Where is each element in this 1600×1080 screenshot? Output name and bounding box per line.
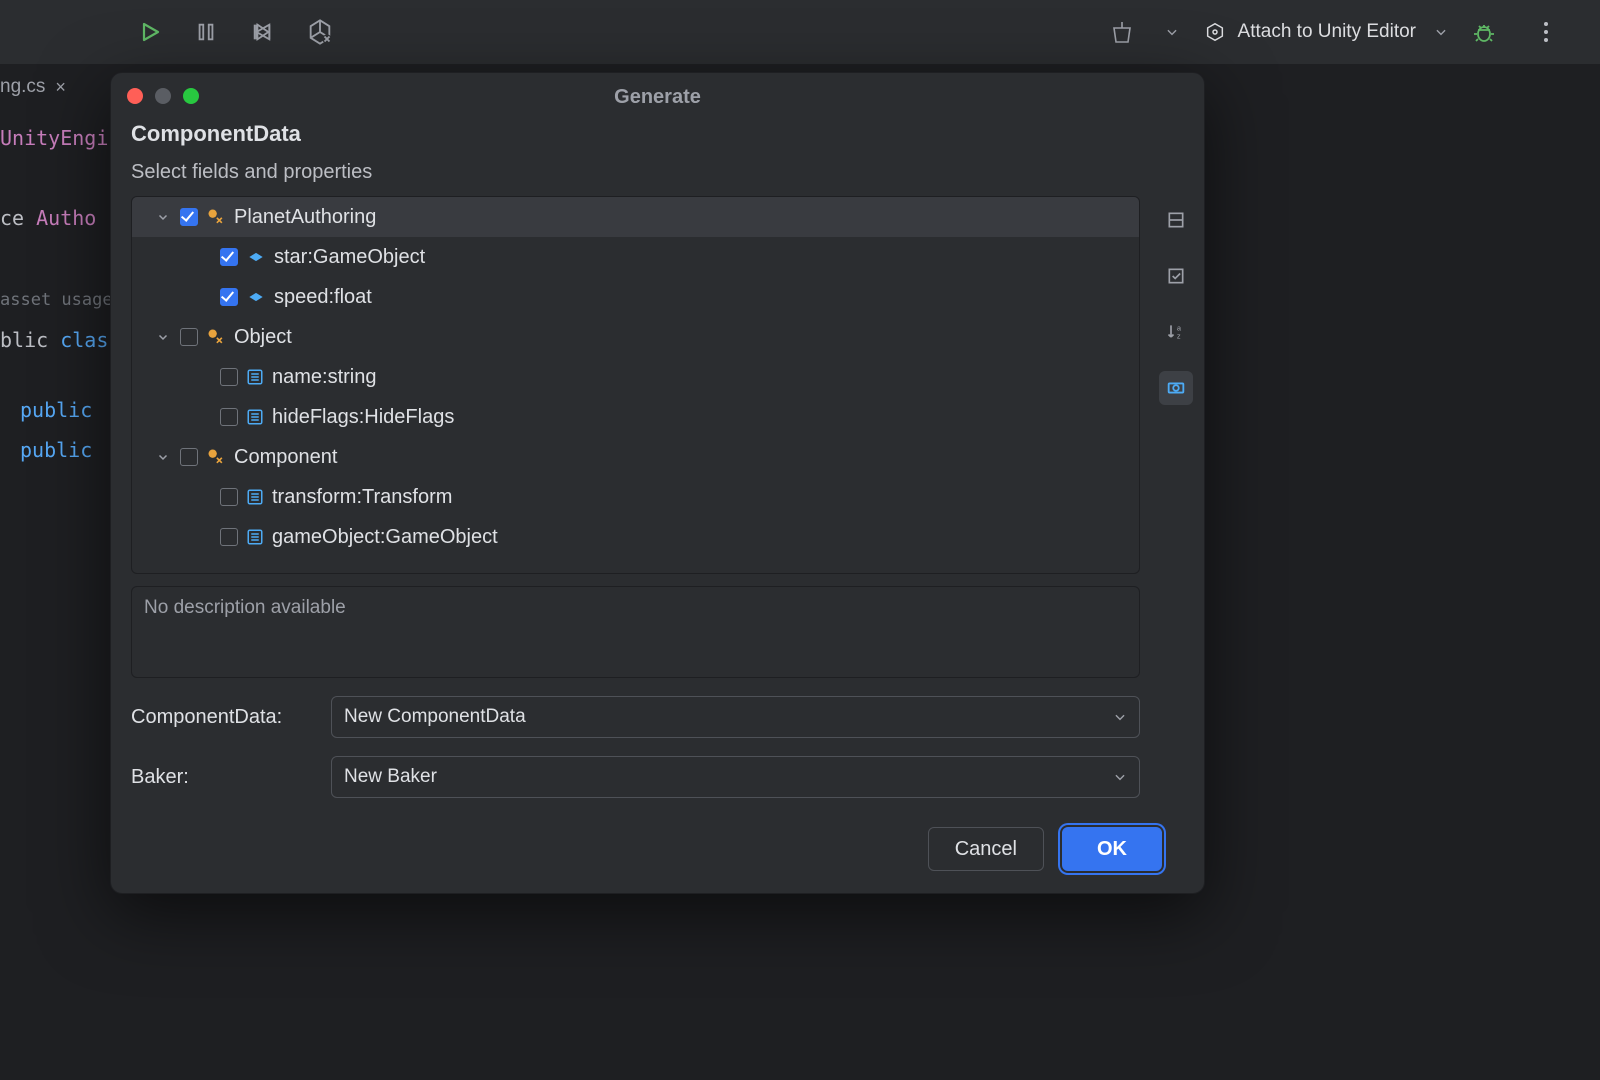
run-config-selector[interactable]: Attach to Unity Editor [1196, 11, 1456, 53]
property-icon [246, 528, 264, 546]
run-config-label: Attach to Unity Editor [1238, 21, 1416, 43]
code-token: blic [0, 328, 60, 352]
checkbox[interactable] [220, 408, 238, 426]
more-menu-button[interactable] [1526, 12, 1566, 52]
show-inherited-icon[interactable] [1159, 371, 1193, 405]
checkbox[interactable] [220, 488, 238, 506]
unity-attach-icon[interactable] [298, 12, 342, 52]
code-token: UnityEngi [0, 126, 108, 150]
tree-node-label: name:string [272, 366, 377, 389]
tree-node-label: Object [234, 326, 292, 349]
code-token: ce [0, 206, 36, 230]
tree-node-hideflags[interactable]: hideFlags:HideFlags [132, 397, 1139, 437]
checkbox[interactable] [180, 208, 198, 226]
checkbox[interactable] [220, 248, 238, 266]
dialog-subheading: Select fields and properties [131, 161, 1148, 184]
tree-node-label: PlanetAuthoring [234, 206, 376, 229]
app-toolbar: Attach to Unity Editor [0, 0, 1600, 66]
dialog-title: Generate [614, 86, 701, 109]
tree-node-label: star:GameObject [274, 246, 425, 269]
fields-tree: PlanetAuthoring star:GameObject speed:fl… [131, 196, 1140, 574]
window-minimize-button[interactable] [155, 88, 171, 104]
componentdata-select-value: New ComponentData [344, 706, 526, 728]
property-icon [246, 488, 264, 506]
code-token: Autho [36, 206, 96, 230]
checkbox[interactable] [180, 448, 198, 466]
baker-select-value: New Baker [344, 766, 437, 788]
description-text: No description available [144, 597, 346, 618]
tree-node-component[interactable]: Component [132, 437, 1139, 477]
window-close-button[interactable] [127, 88, 143, 104]
tree-node-label: hideFlags:HideFlags [272, 406, 454, 429]
tree-node-label: transform:Transform [272, 486, 452, 509]
tree-node-transform[interactable]: transform:Transform [132, 477, 1139, 517]
generate-dialog: Generate ComponentData Select fields and… [110, 72, 1205, 894]
chevron-down-icon [1113, 710, 1127, 724]
editor-tab[interactable]: ng.cs × [0, 66, 78, 108]
close-icon[interactable]: × [55, 77, 66, 98]
svg-text:z: z [1177, 332, 1181, 341]
baker-select[interactable]: New Baker [331, 756, 1140, 798]
checkbox[interactable] [220, 368, 238, 386]
checkbox[interactable] [180, 328, 198, 346]
property-icon [246, 368, 264, 386]
chevron-down-icon [1434, 25, 1448, 39]
property-icon [246, 408, 264, 426]
expand-all-icon[interactable] [1159, 203, 1193, 237]
chevron-down-icon[interactable] [154, 211, 172, 223]
window-zoom-button[interactable] [183, 88, 199, 104]
ok-button[interactable]: OK [1062, 827, 1162, 871]
code-token: public [20, 398, 92, 422]
class-icon [206, 327, 226, 347]
pause-button[interactable] [186, 12, 226, 52]
dialog-titlebar: Generate [111, 73, 1204, 121]
tree-node-planetauthoring[interactable]: PlanetAuthoring [132, 197, 1139, 237]
dialog-side-toolbar: az [1148, 121, 1204, 809]
build-icon[interactable] [1102, 12, 1142, 52]
description-pane: No description available [131, 586, 1140, 678]
tree-node-label: Component [234, 446, 337, 469]
code-token: clas [60, 328, 108, 352]
cancel-button-label: Cancel [955, 838, 1017, 861]
checkbox[interactable] [220, 288, 238, 306]
tree-node-label: speed:float [274, 286, 372, 309]
chip-icon [1204, 21, 1226, 43]
tree-node-name[interactable]: name:string [132, 357, 1139, 397]
dialog-button-row: Cancel OK [111, 809, 1204, 893]
chevron-down-icon[interactable] [154, 331, 172, 343]
class-icon [206, 447, 226, 467]
tree-node-label: gameObject:GameObject [272, 526, 498, 549]
tree-node-gameobject[interactable]: gameObject:GameObject [132, 517, 1139, 557]
ok-button-label: OK [1097, 838, 1127, 861]
sort-alpha-icon[interactable]: az [1159, 315, 1193, 349]
code-hint: asset usage [0, 290, 113, 310]
checkbox[interactable] [220, 528, 238, 546]
editor-tab-label: ng.cs [0, 76, 45, 98]
dialog-heading: ComponentData [131, 121, 1148, 147]
field-icon [246, 247, 266, 267]
componentdata-label: ComponentData: [131, 706, 317, 729]
chevron-down-icon[interactable] [1158, 12, 1186, 52]
componentdata-select[interactable]: New ComponentData [331, 696, 1140, 738]
tree-node-object[interactable]: Object [132, 317, 1139, 357]
tree-node-star[interactable]: star:GameObject [132, 237, 1139, 277]
chevron-down-icon[interactable] [154, 451, 172, 463]
select-all-icon[interactable] [1159, 259, 1193, 293]
tree-node-speed[interactable]: speed:float [132, 277, 1139, 317]
step-over-button[interactable] [242, 12, 282, 52]
class-icon [206, 207, 226, 227]
run-button[interactable] [130, 12, 170, 52]
code-token: public [20, 438, 92, 462]
chevron-down-icon [1113, 770, 1127, 784]
cancel-button[interactable]: Cancel [928, 827, 1044, 871]
baker-label: Baker: [131, 766, 317, 789]
debug-button[interactable] [1464, 12, 1504, 52]
field-icon [246, 287, 266, 307]
